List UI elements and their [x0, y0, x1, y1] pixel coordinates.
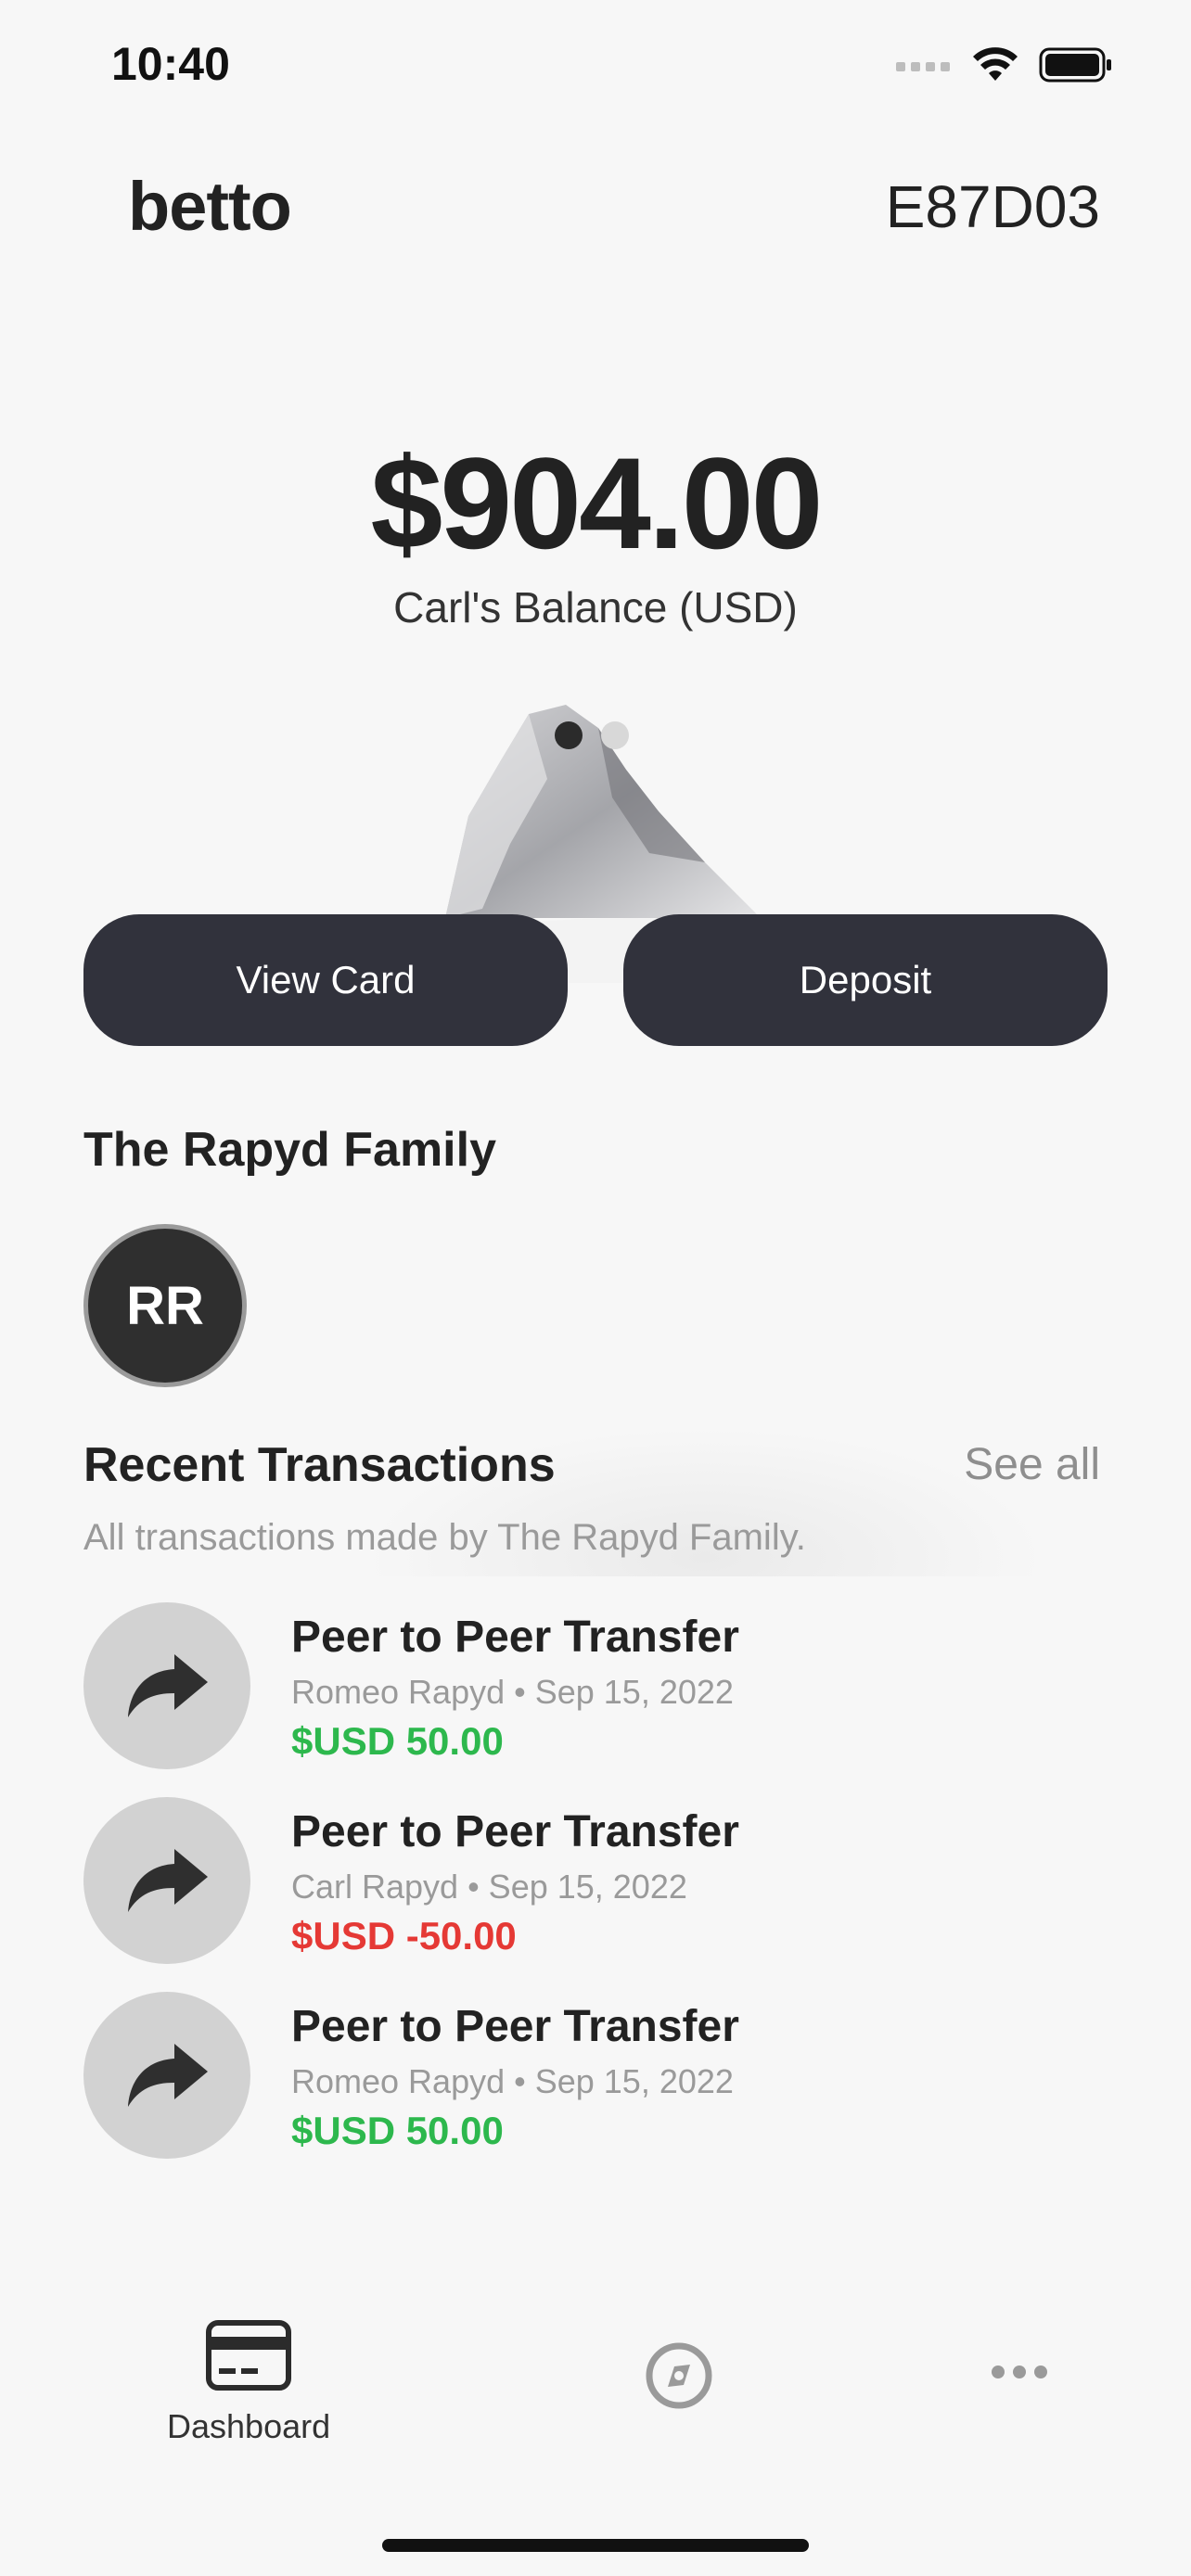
- status-time: 10:40: [111, 38, 230, 90]
- share-arrow-icon: [83, 1797, 250, 1964]
- transaction-name: Peer to Peer Transfer: [291, 1807, 739, 1856]
- tab-dashboard[interactable]: Dashboard: [167, 2320, 330, 2446]
- balance-amount: $904.00: [370, 430, 823, 576]
- balance-label: Carl's Balance (USD): [393, 583, 798, 631]
- transaction-amount: $USD 50.00: [291, 2109, 504, 2152]
- recent-transactions-title: Recent Transactions: [83, 1438, 556, 1492]
- avatar[interactable]: RR: [83, 1224, 247, 1387]
- transaction-amount: $USD -50.00: [291, 1914, 517, 1958]
- see-all-link[interactable]: See all: [964, 1439, 1100, 1490]
- transaction-meta: Romeo Rapyd • Sep 15, 2022: [291, 2062, 734, 2100]
- transaction-row[interactable]: Peer to Peer Transfer Romeo Rapyd • Sep …: [83, 1992, 1108, 2159]
- signal-icon: [896, 62, 950, 71]
- transaction-row[interactable]: Peer to Peer Transfer Romeo Rapyd • Sep …: [83, 1602, 1108, 1769]
- page-dot-active[interactable]: [555, 721, 583, 749]
- brand-logo: betto: [128, 168, 292, 245]
- tab-explore[interactable]: [644, 2340, 714, 2411]
- deposit-button[interactable]: Deposit: [623, 914, 1108, 1046]
- transaction-name: Peer to Peer Transfer: [291, 1613, 739, 1662]
- carousel-page-indicator[interactable]: [555, 721, 629, 749]
- tab-dashboard-label: Dashboard: [167, 2407, 331, 2445]
- view-card-button[interactable]: View Card: [83, 914, 568, 1046]
- transaction-amount: $USD 50.00: [291, 1719, 504, 1763]
- wifi-icon: [973, 47, 1018, 81]
- more-icon: [992, 2366, 1047, 2378]
- card-icon: [206, 2320, 292, 2391]
- transactions-subtitle: All transactions made by The Rapyd Famil…: [83, 1517, 806, 1558]
- transaction-meta: Romeo Rapyd • Sep 15, 2022: [291, 1673, 734, 1711]
- home-indicator: [382, 2539, 809, 2552]
- account-code: E87D03: [885, 173, 1100, 240]
- page-dot-inactive[interactable]: [601, 721, 629, 749]
- compass-icon: [646, 2342, 712, 2409]
- tab-bar: Dashboard: [0, 2300, 1191, 2485]
- family-title: The Rapyd Family: [83, 1123, 496, 1177]
- transaction-name: Peer to Peer Transfer: [291, 2002, 739, 2051]
- status-icons: [896, 46, 1113, 83]
- tab-more[interactable]: [991, 2365, 1048, 2379]
- battery-icon: [1039, 47, 1111, 83]
- share-arrow-icon: [83, 1602, 250, 1769]
- transaction-row[interactable]: Peer to Peer Transfer Carl Rapyd • Sep 1…: [83, 1797, 1108, 1964]
- share-arrow-icon: [83, 1992, 250, 2159]
- transaction-meta: Carl Rapyd • Sep 15, 2022: [291, 1868, 687, 1906]
